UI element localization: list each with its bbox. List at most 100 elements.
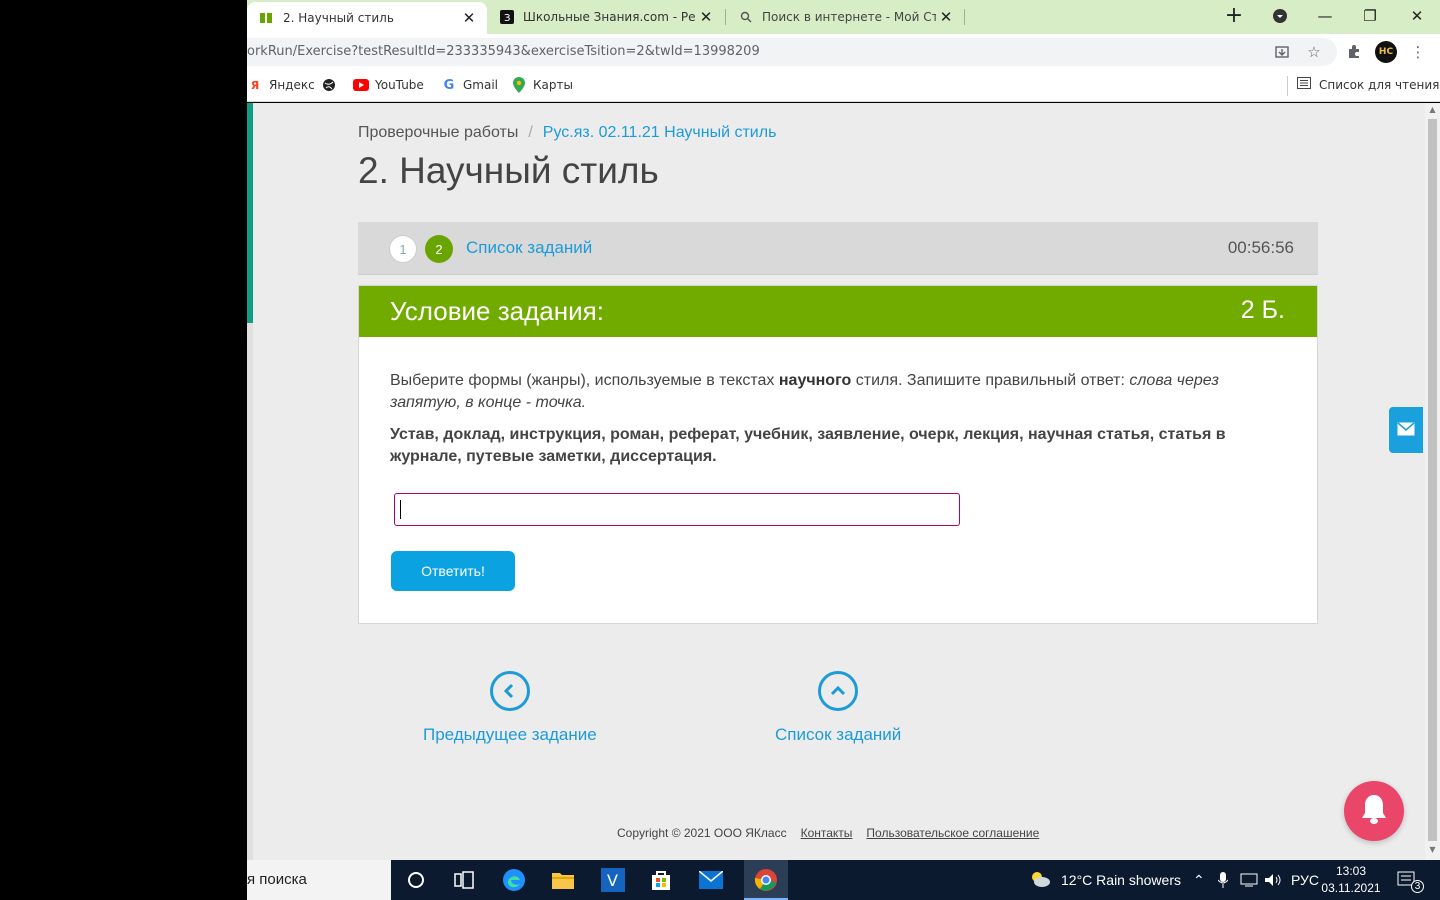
- prev-task-link[interactable]: Предыдущее задание: [423, 671, 597, 745]
- svg-text:З: З: [504, 13, 510, 24]
- tray-expand-icon[interactable]: ⌃: [1193, 860, 1205, 900]
- task-list-label: Список заданий: [775, 725, 902, 744]
- task-header-title: Условие задания:: [390, 296, 604, 326]
- bookmark-youtube[interactable]: YouTube: [353, 77, 424, 93]
- chevron-up-icon: [818, 671, 859, 711]
- bell-icon: [1359, 793, 1389, 829]
- instruction-text: Выберите формы (жанры), используемые в т…: [390, 372, 779, 389]
- bookmark-yandex[interactable]: Я Яндекс: [247, 77, 315, 93]
- close-window-icon[interactable]: ✕: [1404, 4, 1430, 28]
- url-text: orkRun/Exercise?testResultId=233335943&e…: [247, 44, 760, 59]
- tasks-list-link[interactable]: Список заданий: [466, 238, 592, 258]
- task-progress-bar: 1 2 Список заданий 00:56:56: [358, 222, 1318, 275]
- step-2[interactable]: 2: [425, 235, 453, 263]
- scroll-up-icon[interactable]: ▲: [1425, 105, 1440, 117]
- close-icon[interactable]: ✕: [459, 8, 479, 28]
- bookmark-label: Карты: [533, 78, 573, 92]
- yandex-icon: Я: [250, 78, 260, 92]
- store-icon[interactable]: [645, 864, 677, 896]
- language-indicator[interactable]: РУС: [1291, 860, 1319, 900]
- extensions-icon[interactable]: [1344, 42, 1364, 62]
- notifications-button[interactable]: [1344, 781, 1404, 841]
- breadcrumb-root[interactable]: Проверочные работы: [358, 124, 518, 141]
- mail-app-icon[interactable]: [695, 864, 727, 896]
- taskbar-search[interactable]: я поиска: [247, 860, 391, 900]
- desktop-black-area: [0, 0, 247, 900]
- tab-znania[interactable]: З Школьные Знания.com - Решае ✕: [487, 0, 724, 34]
- bookmark-gmail[interactable]: G Gmail: [441, 77, 498, 93]
- tab-active[interactable]: 2. Научный стиль ✕: [247, 2, 487, 34]
- weather-text: 12°C Rain showers: [1061, 872, 1181, 888]
- google-icon: G: [443, 77, 455, 93]
- search-icon: [738, 9, 754, 25]
- chrome-icon[interactable]: [750, 864, 782, 896]
- browser-toolbar: orkRun/Exercise?testResultId=233335943&e…: [247, 34, 1440, 70]
- contacts-link[interactable]: Контакты: [801, 826, 853, 840]
- prev-task-label: Предыдущее задание: [423, 725, 597, 744]
- bookmark-label: Gmail: [463, 78, 499, 92]
- microphone-icon[interactable]: [1218, 860, 1228, 900]
- znania-icon: З: [499, 9, 515, 25]
- close-icon[interactable]: ✕: [936, 7, 956, 27]
- scroll-thumb[interactable]: [1428, 119, 1437, 841]
- breadcrumb-separator: /: [528, 124, 533, 141]
- notification-count: 3: [1411, 879, 1424, 893]
- task-view-icon[interactable]: [448, 864, 480, 896]
- reading-list-icon: [1297, 77, 1311, 92]
- page-content: Проверочные работы / Рус.яз. 02.11.21 Науч…: [247, 103, 1425, 860]
- feedback-mail-button[interactable]: [1389, 407, 1423, 453]
- reading-list-label: Список для чтения: [1319, 77, 1440, 92]
- action-center-icon[interactable]: 3: [1397, 860, 1424, 900]
- profile-avatar[interactable]: HC: [1375, 41, 1397, 63]
- agreement-link[interactable]: Пользовательское соглашение: [866, 826, 1039, 840]
- clock-date: 03.11.2021: [1321, 881, 1381, 895]
- maximize-icon[interactable]: ❐: [1357, 4, 1383, 28]
- task-list-nav-link[interactable]: Список заданий: [775, 671, 901, 745]
- minimize-icon[interactable]: —: [1312, 4, 1338, 28]
- new-tab-plus-icon[interactable]: +: [1222, 5, 1246, 29]
- weather-widget[interactable]: 12°C Rain showers: [1029, 860, 1181, 900]
- task-card: Условие задания: 2 Б. Выберите формы (жа…: [358, 285, 1318, 624]
- bookmark-label: YouTube: [375, 78, 424, 92]
- bookmark-star-icon[interactable]: ☆: [1304, 42, 1324, 62]
- browser-tabstrip: 2. Научный стиль ✕ З Школьные Знания.com…: [247, 0, 1440, 34]
- tab-title: Поиск в интернете - Мой Старт: [762, 10, 936, 24]
- answer-input[interactable]: [394, 493, 960, 526]
- menu-dots-icon[interactable]: ⋮: [1408, 42, 1428, 62]
- svg-text:V: V: [607, 871, 618, 890]
- copyright: Copyright © 2021 ООО ЯКласс: [617, 826, 787, 840]
- tab-title: 2. Научный стиль: [283, 11, 394, 25]
- youtube-icon: [353, 77, 369, 93]
- mail-icon: [1397, 421, 1415, 440]
- text-caret: [400, 500, 401, 519]
- volume-icon[interactable]: [1264, 860, 1282, 900]
- submit-button[interactable]: Ответить!: [391, 551, 515, 591]
- bookmark-maps[interactable]: Карты: [511, 77, 573, 93]
- network-icon[interactable]: [1240, 860, 1258, 900]
- task-word-list: Устав, доклад, инструкция, роман, рефера…: [390, 426, 1226, 465]
- tab-search-dropdown-icon[interactable]: [1267, 4, 1293, 28]
- vpn-app-icon[interactable]: V: [597, 864, 629, 896]
- clock[interactable]: 13:03 03.11.2021: [1321, 863, 1381, 897]
- page-scrollbar[interactable]: ▲ ▼: [1425, 103, 1440, 860]
- file-explorer-icon[interactable]: [547, 864, 579, 896]
- timer: 00:56:56: [1227, 238, 1294, 257]
- side-accent: [247, 103, 253, 323]
- maps-icon: [511, 77, 527, 93]
- tab-search[interactable]: Поиск в интернете - Мой Старт ✕: [726, 0, 964, 34]
- bookmarks-bar: Я Яндекс YouTube G Gmail Карты Список дл…: [247, 70, 1440, 102]
- scroll-down-icon[interactable]: ▼: [1425, 845, 1440, 857]
- step-1[interactable]: 1: [389, 235, 417, 263]
- yaklass-icon: [259, 10, 275, 26]
- edge-icon[interactable]: [498, 864, 530, 896]
- breadcrumb-current[interactable]: Рус.яз. 02.11.21 Научный стиль: [543, 124, 777, 141]
- cortana-icon[interactable]: [400, 864, 432, 896]
- bookmark-globe[interactable]: [321, 77, 343, 93]
- close-icon[interactable]: ✕: [696, 7, 716, 27]
- bookmark-label: Яндекс: [269, 78, 315, 92]
- address-bar[interactable]: orkRun/Exercise?testResultId=233335943&e…: [247, 38, 1337, 66]
- breadcrumb: Проверочные работы / Рус.яз. 02.11.21 Науч…: [358, 124, 776, 142]
- install-icon[interactable]: [1272, 42, 1292, 62]
- bookmarks-separator: [1287, 76, 1288, 96]
- reading-list-button[interactable]: Список для чтения: [1297, 77, 1439, 92]
